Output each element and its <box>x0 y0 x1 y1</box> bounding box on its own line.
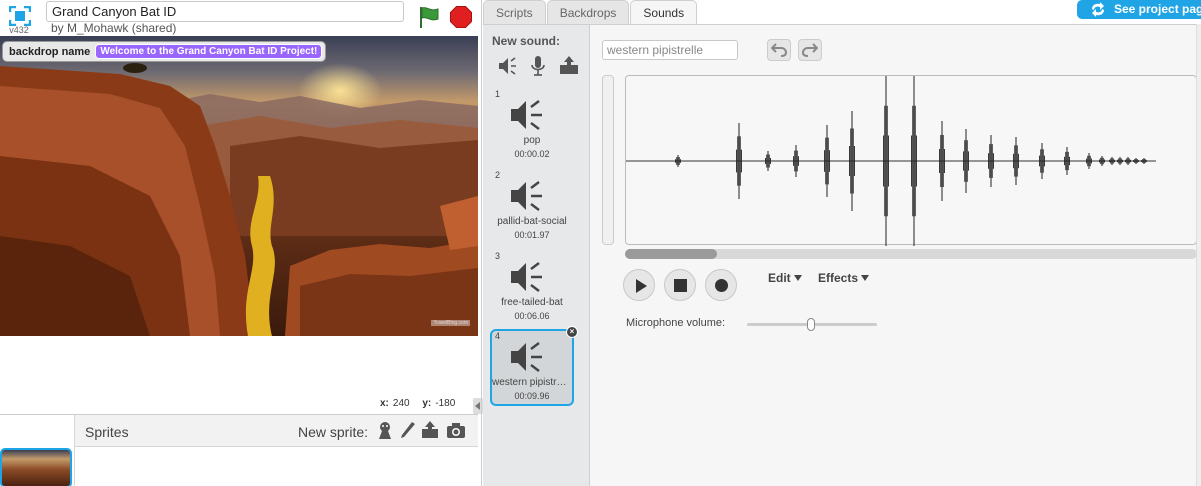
tab-scripts[interactable]: Scripts <box>483 0 546 25</box>
y-coord-label: y: <box>422 398 432 409</box>
sound-item[interactable]: 3 free-tailed-bat 00:06.06 <box>490 249 574 325</box>
delete-sound-icon[interactable]: × <box>566 326 578 338</box>
sound-list-panel: New sound: 1 pop 00:00.02 2 pallid-bat-s… <box>483 25 590 486</box>
tab-backdrops[interactable]: Backdrops <box>546 0 630 25</box>
waveform-side-scroll[interactable] <box>602 75 614 245</box>
microphone-volume-knob[interactable] <box>806 318 815 331</box>
sound-item-duration: 00:00.02 <box>514 149 550 159</box>
new-sprite-label: New sprite: <box>298 424 369 440</box>
project-byline: by M_Mohawk (shared) <box>51 21 177 35</box>
sound-item-duration: 00:09.96 <box>514 391 550 401</box>
sound-item-name: pop <box>523 135 541 146</box>
canyon-backdrop <box>0 63 478 336</box>
waveform-graph <box>626 76 1156 246</box>
redo-button[interactable] <box>798 39 822 61</box>
effects-menu[interactable]: Effects <box>818 271 869 285</box>
waveform-scrollbar[interactable] <box>625 249 1197 259</box>
see-project-page-label: See project page <box>1114 2 1201 16</box>
y-coord-value: -180 <box>435 398 456 409</box>
sound-item-number: 3 <box>495 251 501 261</box>
sound-item[interactable]: 2 pallid-bat-social 00:01.97 <box>490 168 574 244</box>
mouse-coords: x: 240 y: -180 <box>380 398 465 409</box>
sound-item-name: western pipistrelle <box>492 377 572 388</box>
sound-library-icon[interactable] <box>497 55 519 77</box>
sound-item-number: 2 <box>495 170 501 180</box>
column-divider <box>481 0 482 486</box>
green-flag-icon[interactable] <box>417 5 441 29</box>
sound-item-number: 4 <box>495 331 501 341</box>
sprites-header: Sprites New sprite: <box>75 415 478 447</box>
version-label: v432 <box>9 25 29 35</box>
editor-tabs: Scripts Backdrops Sounds <box>483 0 698 25</box>
stage-thumbnail[interactable] <box>0 448 72 486</box>
sound-item-duration: 00:06.06 <box>514 311 550 321</box>
sound-item-name: free-tailed-bat <box>501 297 563 308</box>
speaker-icon <box>509 260 549 297</box>
see-page-icon <box>1089 2 1107 19</box>
sounds-editor: New sound: 1 pop 00:00.02 2 pallid-bat-s… <box>483 24 1201 486</box>
upload-sound-icon[interactable] <box>558 55 580 77</box>
sprites-title: Sprites <box>85 424 129 440</box>
new-sound-label: New sound: <box>492 34 560 48</box>
play-button[interactable] <box>623 269 655 301</box>
undo-icon <box>771 43 787 57</box>
speaker-icon <box>509 98 549 135</box>
stop-sound-button[interactable] <box>664 269 696 301</box>
paint-icon[interactable] <box>397 420 417 440</box>
x-coord-label: x: <box>380 398 389 409</box>
sound-item[interactable]: 1 pop 00:00.02 <box>490 87 574 163</box>
microphone-volume-label: Microphone volume: <box>626 317 726 329</box>
see-project-page-button[interactable]: See project page <box>1077 0 1201 19</box>
microphone-icon[interactable] <box>527 55 549 77</box>
sound-item-duration: 00:01.97 <box>514 230 550 240</box>
microphone-volume-slider[interactable] <box>747 318 877 331</box>
redo-icon <box>802 43 818 57</box>
variable-monitor-value: Welcome to the Grand Canyon Bat ID Proje… <box>95 44 323 59</box>
speaker-icon <box>509 179 549 216</box>
project-title-input[interactable] <box>46 1 404 22</box>
stop-icon[interactable] <box>450 6 472 28</box>
sprites-panel: Sprites New sprite: <box>0 414 478 486</box>
sound-item-selected[interactable]: 4 western pipistrelle 00:09.96 × <box>490 326 578 406</box>
camera-icon[interactable] <box>446 420 466 440</box>
stage-thumbnail-column <box>0 415 75 486</box>
undo-button[interactable] <box>767 39 791 61</box>
tab-sounds[interactable]: Sounds <box>630 0 698 25</box>
editor-scrollbar[interactable] <box>1196 24 1201 486</box>
variable-monitor: backdrop name Welcome to the Grand Canyo… <box>2 41 327 62</box>
stage-watermark: TravelBlog.com <box>431 320 470 326</box>
x-coord-value: 240 <box>392 398 410 409</box>
upload-icon[interactable] <box>420 420 440 440</box>
stage-canvas[interactable]: backdrop name Welcome to the Grand Canyo… <box>0 36 478 336</box>
waveform-display[interactable] <box>625 75 1197 246</box>
waveform-scroll-thumb[interactable] <box>625 249 717 259</box>
record-button[interactable] <box>705 269 737 301</box>
stage-topbar: v432 by M_Mohawk (shared) <box>0 0 481 36</box>
sound-name-input[interactable] <box>602 40 738 60</box>
variable-monitor-name: backdrop name <box>9 45 91 58</box>
sound-item-number: 1 <box>495 89 501 99</box>
speaker-icon <box>509 340 549 377</box>
sprite-library-icon[interactable] <box>375 420 395 440</box>
edit-menu[interactable]: Edit <box>768 271 802 285</box>
sound-item-name: pallid-bat-social <box>497 216 567 227</box>
